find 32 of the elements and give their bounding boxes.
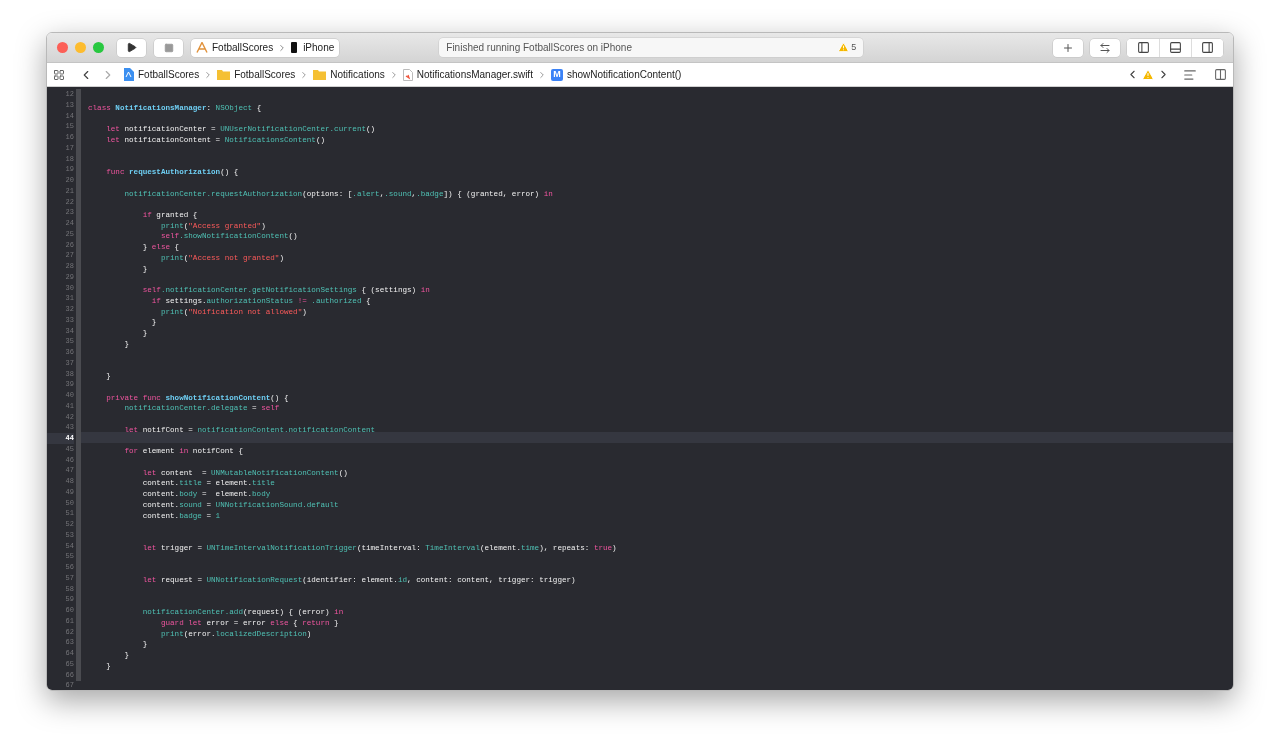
bottom-panel-icon: [1169, 41, 1182, 54]
stop-button[interactable]: [154, 38, 183, 57]
status-text: Finished running FotballScores on iPhone: [446, 41, 633, 55]
add-editor-icon[interactable]: [1214, 68, 1227, 81]
phone-icon: [291, 42, 298, 53]
app-target-icon: [196, 42, 208, 53]
scheme-name: FotballScores: [212, 41, 274, 55]
breadcrumb-item[interactable]: FotballScores: [234, 67, 296, 82]
swift-file-icon: [402, 68, 413, 81]
right-panel-icon: [1201, 41, 1214, 54]
project-icon: [123, 68, 134, 81]
panel-toggle[interactable]: [1191, 38, 1223, 57]
folder-icon: [313, 69, 327, 80]
swap-arrows-icon: [1099, 41, 1111, 54]
breadcrumb-item[interactable]: Notifications: [330, 67, 385, 82]
method-badge: M: [550, 68, 563, 81]
minimap-icon[interactable]: [1183, 67, 1197, 82]
breadcrumb-item[interactable]: NotificationsManager.swift: [416, 67, 533, 82]
grid-icon[interactable]: [53, 68, 65, 81]
folder-icon: [217, 69, 231, 80]
warning-count: 5: [851, 40, 857, 54]
device-name: iPhone: [303, 41, 335, 55]
stop-icon: [163, 42, 174, 53]
play-icon: [126, 42, 137, 53]
left-panel-icon: [1136, 41, 1150, 54]
warning-icon: [838, 42, 850, 53]
review-button[interactable]: [1090, 38, 1120, 57]
plus-icon: [1062, 41, 1074, 54]
scheme-selector[interactable]: FotballScores iPhone: [191, 38, 340, 57]
run-button[interactable]: [117, 38, 146, 57]
breadcrumb-item[interactable]: showNotificationContent(): [566, 67, 682, 82]
breadcrumb-item[interactable]: FotballScores: [138, 67, 200, 82]
